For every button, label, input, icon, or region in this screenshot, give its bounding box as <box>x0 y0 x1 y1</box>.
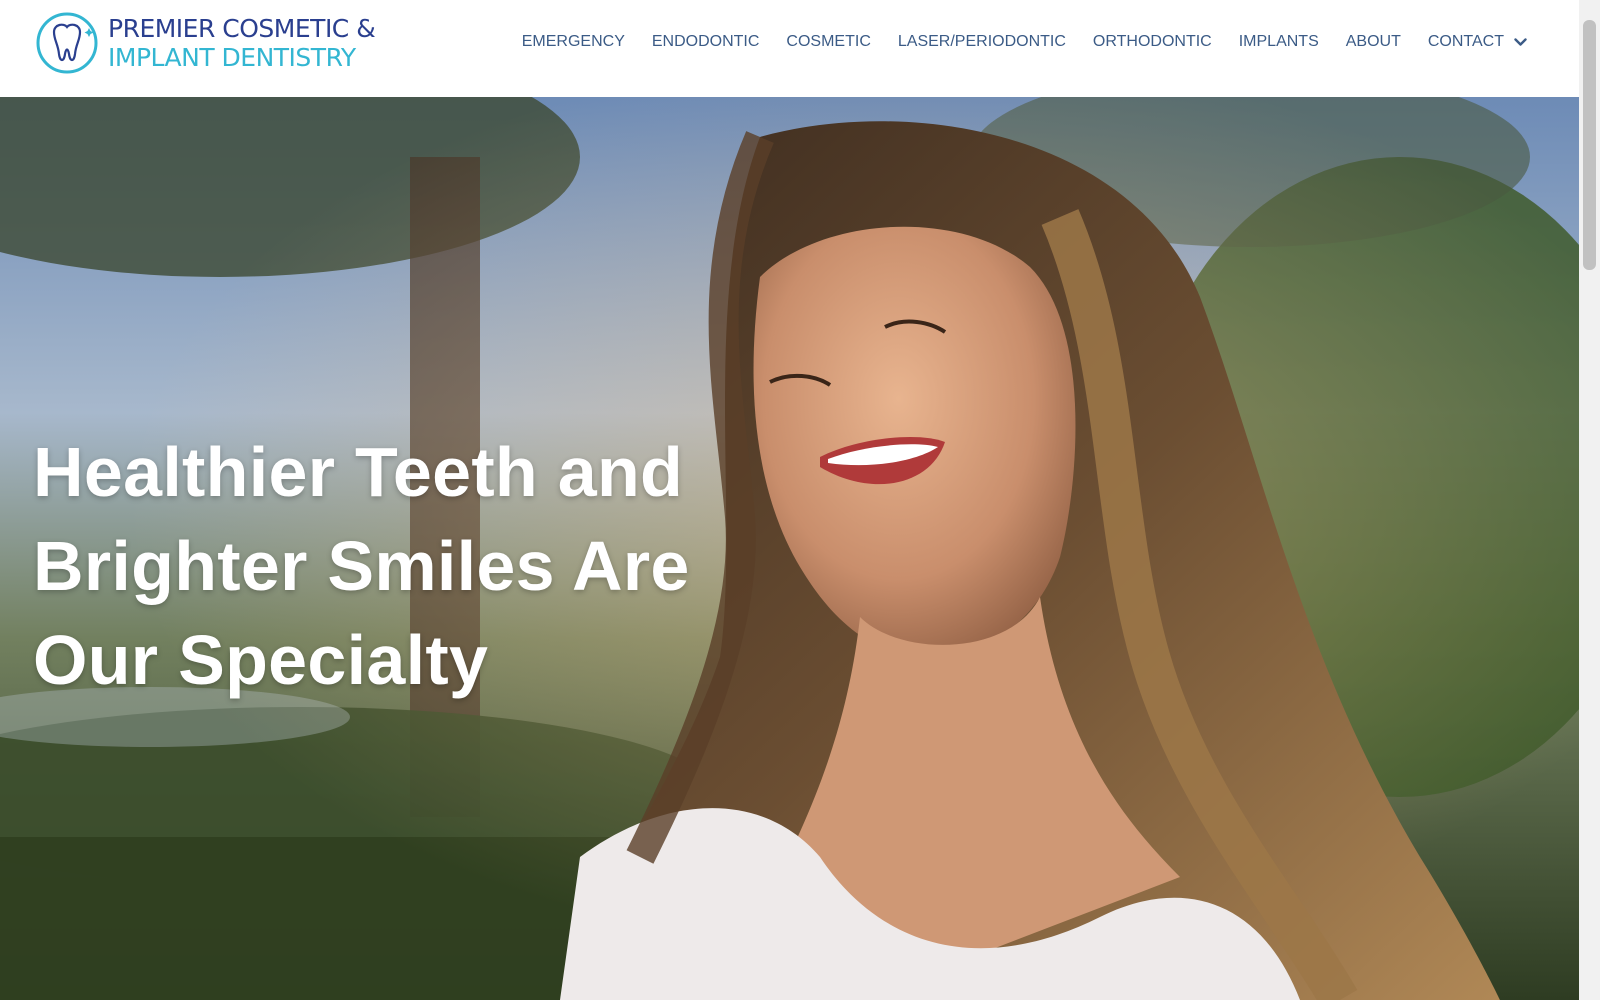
nav-laser-periodontic[interactable]: LASER/PERIODONTIC <box>898 33 1066 51</box>
tooth-icon <box>36 12 98 74</box>
nav-orthodontic[interactable]: ORTHODONTIC <box>1093 33 1212 51</box>
nav-cosmetic[interactable]: COSMETIC <box>786 33 870 51</box>
site-logo[interactable]: PREMIER COSMETIC & IMPLANT DENTISTRY <box>34 10 376 76</box>
hero-banner: Healthier Teeth and Brighter Smiles Are … <box>0 97 1579 1000</box>
logo-text-line2: IMPLANT DENTISTRY <box>108 43 356 72</box>
nav-emergency[interactable]: EMERGENCY <box>522 33 625 51</box>
nav-about[interactable]: ABOUT <box>1346 33 1401 51</box>
nav-implants[interactable]: IMPLANTS <box>1239 33 1319 51</box>
logo-text-line1: PREMIER COSMETIC & <box>108 14 376 43</box>
main-nav: EMERGENCY ENDODONTIC COSMETIC LASER/PERI… <box>522 33 1527 51</box>
headline-line-1: Healthier Teeth and <box>33 433 684 511</box>
scrollbar-thumb[interactable] <box>1583 20 1596 270</box>
page-scrollbar[interactable] <box>1579 0 1600 1000</box>
nav-contact-dropdown[interactable]: CONTACT <box>1428 33 1527 51</box>
nav-endodontic[interactable]: ENDODONTIC <box>652 33 760 51</box>
chevron-down-icon[interactable] <box>1514 37 1527 47</box>
headline-line-3: Our Specialty <box>33 621 489 699</box>
site-header: PREMIER COSMETIC & IMPLANT DENTISTRY EME… <box>0 0 1579 97</box>
nav-contact[interactable]: CONTACT <box>1428 33 1504 51</box>
headline-line-2: Brighter Smiles Are <box>33 527 690 605</box>
hero-headline: Healthier Teeth and Brighter Smiles Are … <box>33 425 753 707</box>
